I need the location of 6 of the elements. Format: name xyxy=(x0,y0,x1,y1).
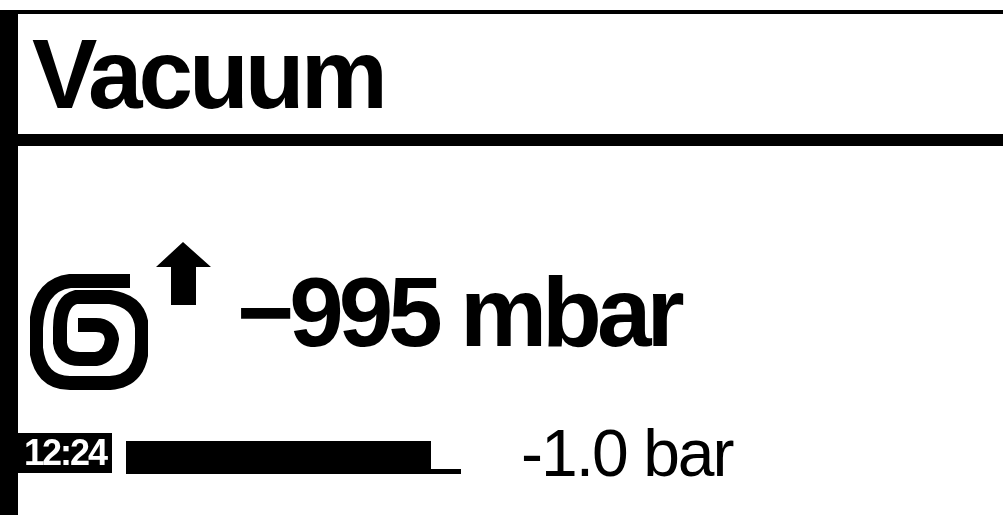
spiral-icon xyxy=(30,273,148,391)
pressure-reading: −995 mbar xyxy=(237,263,682,361)
setpoint-value: -1.0 bar xyxy=(521,415,733,491)
clock-time: 12:24 xyxy=(18,433,113,473)
up-arrow-icon xyxy=(156,242,211,305)
screen-title: Vacuum xyxy=(32,25,385,123)
